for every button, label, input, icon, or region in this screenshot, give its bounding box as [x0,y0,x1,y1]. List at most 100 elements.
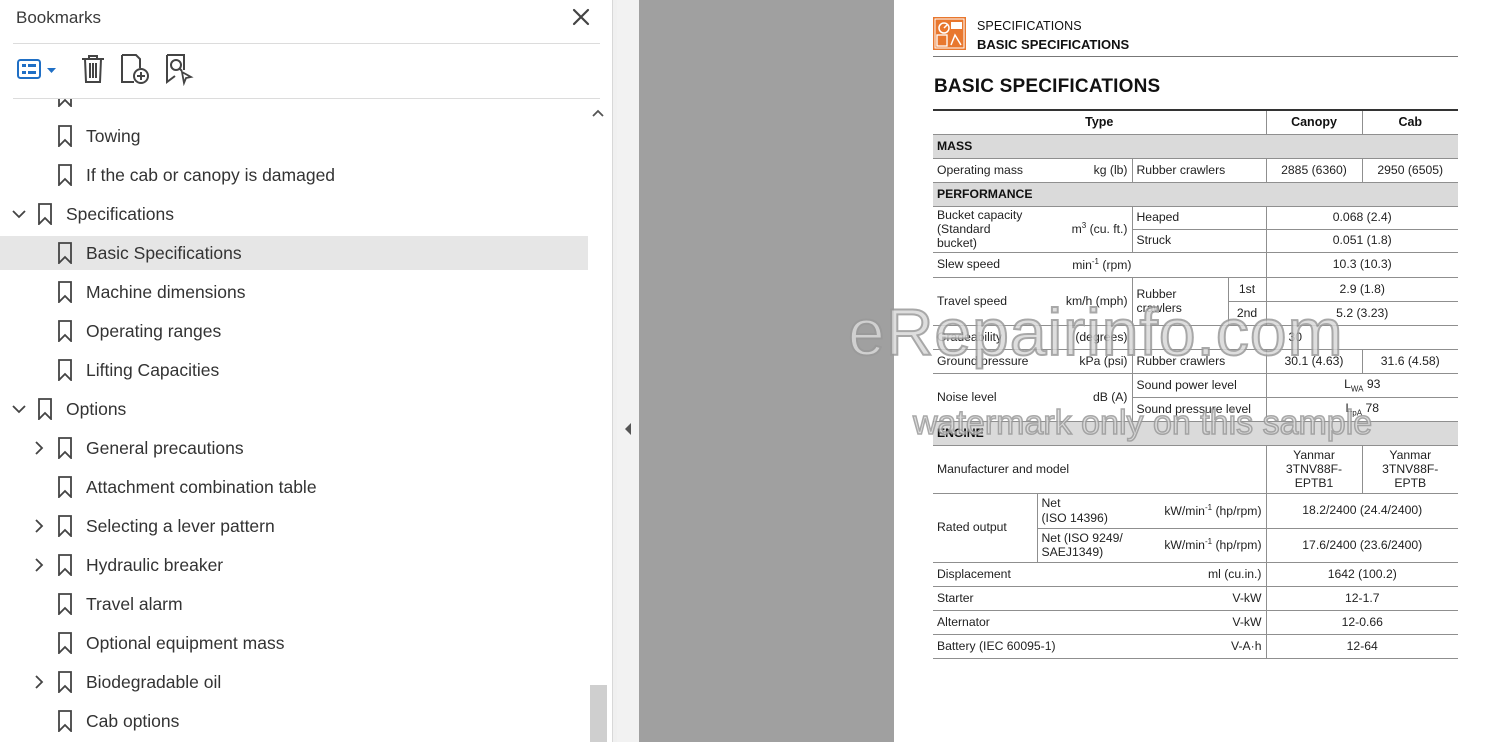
bookmark-item-optional-equipment-mass[interactable]: Optional equipment mass [0,626,588,660]
bookmark-item-lifting-capacities[interactable]: Lifting Capacities [0,353,588,387]
cell-cab: Yanmar 3TNV88F- EPTB [1361,445,1458,494]
bookmarks-panel: Bookmarks Towing If the cab or canopy is… [0,0,612,742]
bookmark-icon [58,554,72,576]
unit-text: (hp/rpm) [1212,504,1262,519]
bookmark-item-biodegradable-oil[interactable]: Biodegradable oil [0,665,588,699]
table-row: Alternator V-kW 12-0.66 [933,610,1458,635]
row-unit: V-kW [1132,586,1266,611]
row-condition: Struck [1131,229,1266,253]
close-icon [572,8,590,26]
table-row: Slew speed min-1 (rpm) 10.3 (10.3) [933,252,1458,278]
options-menu-button[interactable] [12,52,62,86]
bookmark-icon [58,437,72,459]
bookmark-label: Towing [86,126,141,146]
bookmark-item-if-the-cab-or-canopy-is-damaged[interactable]: If the cab or canopy is damaged [0,158,588,192]
bookmark-label: Attachment combination table [86,477,317,497]
chevron-right-icon[interactable] [31,674,47,690]
cell-value: 0.051 (1.8) [1265,229,1458,253]
row-label: Displacement [933,562,1132,587]
cell-value: LWA 93 [1265,373,1458,398]
row-label: Rated output [933,493,1037,563]
row-condition: Net (ISO 9249/SAEJ1349) [1036,528,1132,563]
bookmark-item-basic-specifications[interactable]: Basic Specifications [0,236,588,270]
bookmark-label: General precautions [86,438,244,458]
bookmark-item-specifications[interactable]: Specifications [0,197,588,231]
bookmark-label: Biodegradable oil [86,672,222,692]
row-label: Bucket capacity (Standard bucket) [933,206,1037,253]
unit-text: kW/min [1164,504,1205,519]
bookmark-item-selecting-a-lever-pattern[interactable]: Selecting a lever pattern [0,509,588,543]
bookmark-icon [58,515,72,537]
bookmark-label: Lifting Capacities [86,360,220,380]
running-header-section: SPECIFICATIONS [977,19,1082,33]
find-bookmark-button[interactable] [162,52,196,87]
bookmark-item-operating-ranges[interactable]: Operating ranges [0,314,588,348]
chevron-down-icon[interactable] [11,206,27,222]
bookmark-item-cab-options[interactable]: Cab options [0,704,588,738]
cond-line1: Net [1041,496,1061,511]
bookmark-label: Optional equipment mass [86,633,285,653]
scrollbar-thumb[interactable] [590,685,607,742]
bookmark-item-towing[interactable]: Towing [0,119,588,153]
bookmark-icon [38,203,52,225]
scrollbar-track[interactable] [589,99,608,742]
bookmark-item-travel-alarm[interactable]: Travel alarm [0,587,588,621]
unit-sup: -1 [1204,502,1213,512]
bookmark-icon [58,671,72,693]
list-options-icon [17,59,56,79]
cond-line2: (ISO 14396) [1041,510,1108,525]
chevron-right-icon[interactable] [31,557,47,573]
row-unit: m3 (cu. ft.) [1037,206,1132,253]
bookmark-label: Hydraulic breaker [86,555,224,575]
bookmark-item-machine-dimensions[interactable]: Machine dimensions [0,275,588,309]
bookmark-item-hydraulic-breaker[interactable]: Hydraulic breaker [0,548,588,582]
add-bookmark-button[interactable] [118,52,152,86]
collapse-panel-button[interactable] [622,421,634,437]
bookmark-label: Basic Specifications [86,243,242,263]
scroll-up-button[interactable] [591,106,605,120]
row-unit: min-1 (rpm) [1037,252,1266,278]
chevron-down-icon[interactable] [11,401,27,417]
cell-cab: 31.6 (4.58) [1361,349,1458,374]
chevron-right-icon[interactable] [31,518,47,534]
running-header-title: BASIC SPECIFICATIONS [977,37,1130,52]
row-label: Alternator [933,610,1132,635]
bookmark-icon [58,320,72,342]
document-canvas [639,0,894,742]
cell-value: 10.3 (10.3) [1265,252,1458,278]
col-type-header: Type [933,109,1266,135]
bookmark-label: Specifications [66,204,174,224]
table-row: Noise level dB (A) Sound power level LWA… [933,373,1458,422]
spec-table: Type Canopy Cab MASS Operating mass kg (… [933,109,1458,659]
bookmark-icon [58,359,72,381]
chevron-right-icon[interactable] [31,440,47,456]
section-performance-label: PERFORMANCE [933,182,1458,207]
col-canopy-header: Canopy [1265,109,1362,135]
specifications-logo-icon [933,17,966,50]
bookmark-item-general-precautions[interactable]: General precautions [0,431,588,465]
bookmark-icon [58,99,72,107]
header-rule [933,56,1458,57]
bookmark-icon [58,710,72,732]
cell-canopy: Yanmar 3TNV88F- EPTB1 [1265,445,1362,494]
bookmark-icon [58,476,72,498]
unit-sup: -1 [1204,537,1213,547]
section-row-mass: MASS [933,134,1458,159]
bookmark-icon [58,281,72,303]
close-panel-button[interactable] [569,5,593,29]
document-page: SPECIFICATIONS BASIC SPECIFICATIONS BASI… [894,0,1490,742]
collapse-strip [617,0,639,742]
row-unit: ml (cu.in.) [1132,562,1266,587]
bookmark-item-options[interactable]: Options [0,392,588,426]
bookmark-icon [38,398,52,420]
cell-value: 17.6/2400 (23.6/2400) [1265,528,1458,563]
row-label: Battery (IEC 60095-1) [933,634,1132,659]
row-condition: Rubber crawlers [1131,158,1266,183]
row-unit: kg (lb) [1037,158,1132,183]
bookmark-label: Options [66,399,127,419]
bucket-label-line2: (Standard bucket) [937,221,991,251]
cell-value: 12-64 [1265,634,1458,659]
chevron-up-icon [592,109,604,117]
bookmark-item-attachment-combination-table[interactable]: Attachment combination table [0,470,588,504]
delete-bookmark-button[interactable] [78,52,108,86]
